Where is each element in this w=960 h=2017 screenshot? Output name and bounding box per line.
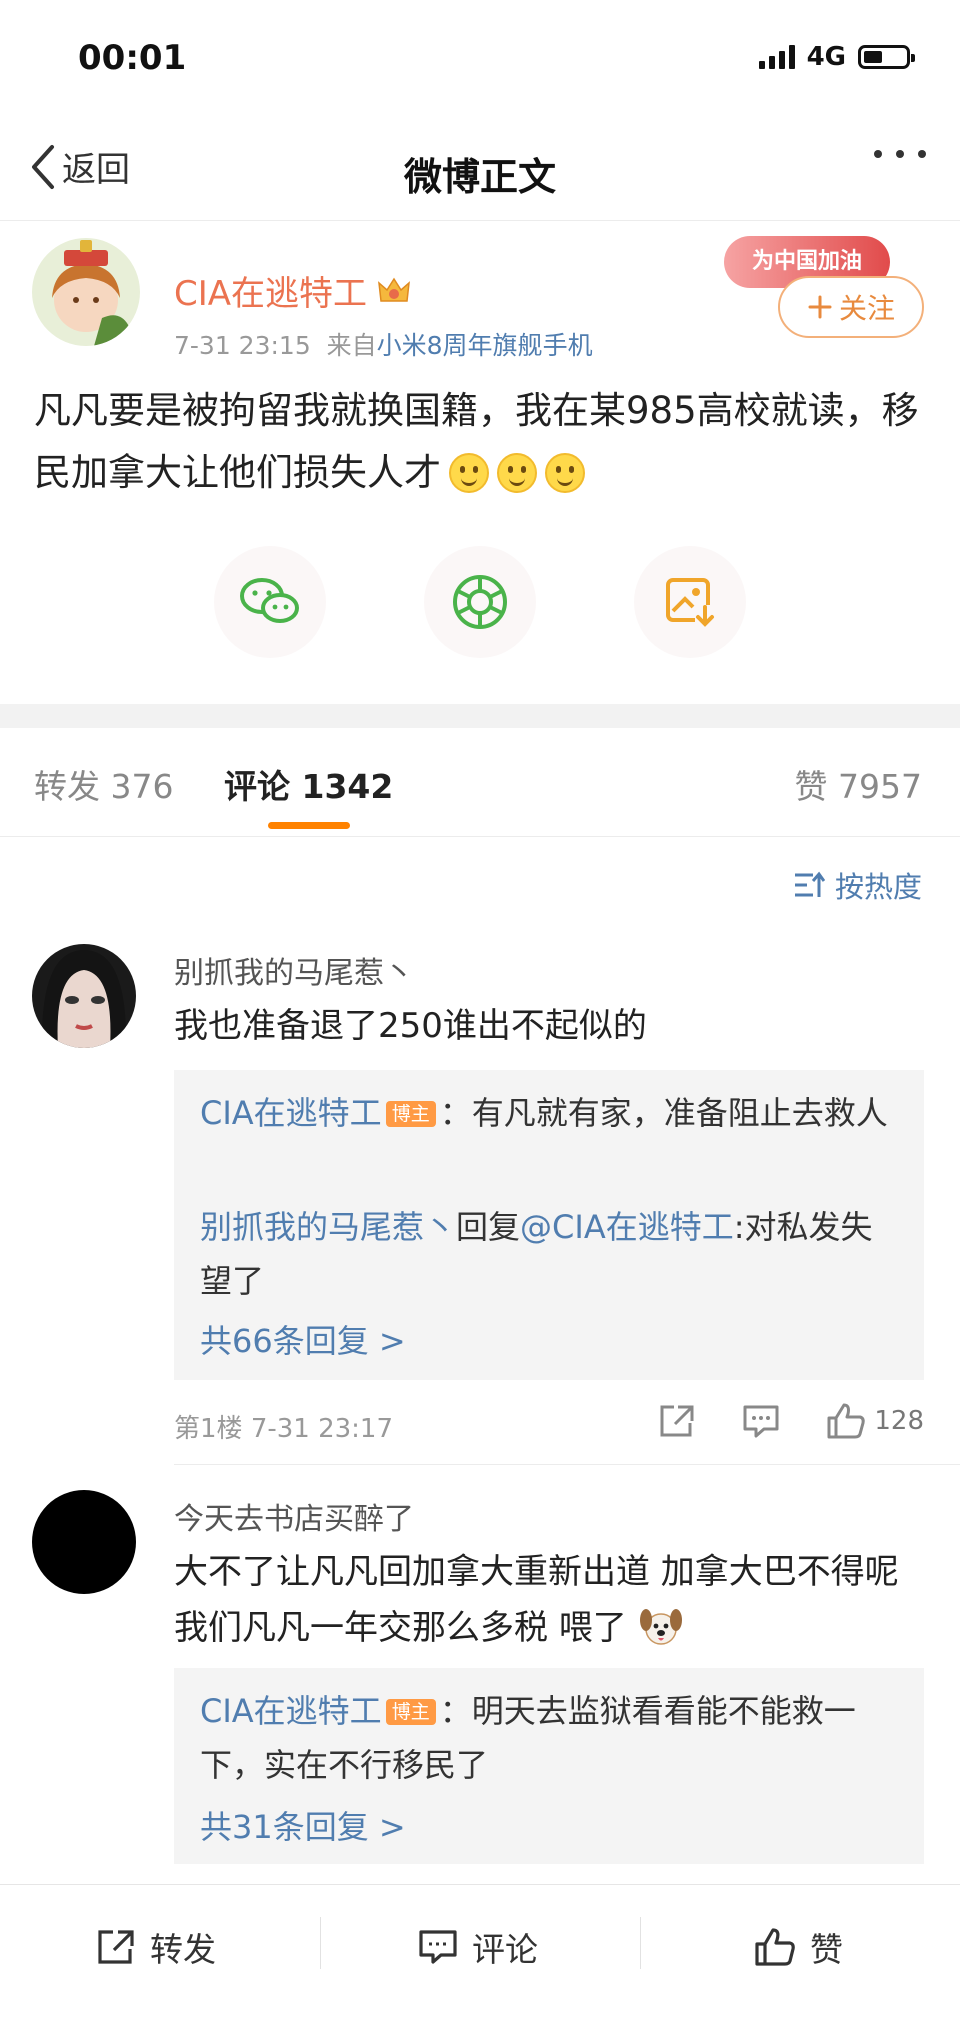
tab-comment-count: 1342 (301, 767, 394, 806)
reply-item: 别抓我的马尾惹丶回复@CIA在逃特工:对私发失望了 (200, 1200, 890, 1308)
save-image-button[interactable] (634, 546, 746, 658)
signal-icon (758, 45, 795, 69)
smile-emoji-icon (545, 453, 585, 493)
reply-box[interactable]: CIA在逃特工 博主 ：有凡就有家，准备阻止去救人 别抓我的马尾惹丶回复@CIA在逃… (174, 1070, 924, 1380)
reply-text: ：有凡就有家，准备阻止去救人 (439, 1094, 888, 1132)
reply-box[interactable]: CIA在逃特工 博主 ：明天去监狱看看能不能救一下，实在不行移民了 共31条回复 > (174, 1668, 924, 1864)
tab-like-label: 赞 (794, 767, 828, 806)
like-label: 赞 (810, 1930, 843, 1969)
plus-icon (808, 295, 832, 319)
tab-like[interactable]: 赞 7957 (795, 760, 922, 808)
author-badge: 博主 (385, 1101, 436, 1127)
sort-label: 按热度 (834, 870, 922, 904)
comment-text: 大不了让凡凡回加拿大重新出道 加拿大巴不得呢 我们凡凡一年交那么多税 喂了 (174, 1552, 899, 1648)
post-meta: 7-31 23:15 来自小米8周年旗舰手机 (174, 326, 593, 362)
author-avatar[interactable] (32, 238, 140, 346)
follow-button[interactable]: 关注 (778, 276, 924, 338)
active-tab-indicator (268, 822, 350, 829)
like-button[interactable]: 128 (826, 1402, 924, 1440)
share-icon[interactable] (658, 1403, 696, 1439)
moments-share-button[interactable] (424, 546, 536, 658)
tab-repost[interactable]: 转发 376 (34, 760, 174, 808)
comment-author[interactable]: 别抓我的马尾惹丶 (174, 948, 414, 992)
dog-emoji-icon (639, 1609, 682, 1645)
emoji-group (441, 451, 585, 494)
bar-separator (320, 1917, 321, 1969)
like-button[interactable]: 赞 (754, 1923, 843, 1971)
comment-author[interactable]: 今天去书店买醉了 (174, 1494, 414, 1538)
like-count: 128 (874, 1406, 924, 1436)
wechat-icon (240, 578, 299, 623)
post-source[interactable]: 小米8周年旗舰手机 (377, 331, 593, 360)
reply-connector: 回复 (456, 1208, 521, 1246)
reply-author[interactable]: CIA在逃特工 (200, 1094, 382, 1132)
tabs-divider (0, 836, 960, 837)
more-replies-link[interactable]: 共31条回复 > (200, 1802, 406, 1848)
post-time: 7-31 23:15 (174, 331, 311, 360)
crown-badge-icon (378, 277, 410, 302)
page-title: 微博正文 (403, 155, 556, 199)
section-divider (0, 704, 960, 728)
repost-button[interactable]: 转发 (96, 1923, 216, 1971)
comment-actions: 128 (658, 1402, 924, 1440)
reply-mention[interactable]: @CIA在逃特工 (520, 1208, 734, 1246)
source-prefix: 来自 (326, 331, 377, 360)
follow-label: 关注 (838, 292, 895, 325)
battery-icon (858, 45, 915, 69)
status-time: 00:01 (78, 38, 187, 78)
author-name[interactable]: CIA在逃特工 (174, 266, 411, 315)
comment-text: 我也准备退了250谁出不起似的 (174, 1006, 647, 1046)
tab-comment[interactable]: 评论 1342 (224, 760, 393, 808)
thumbs-up-icon (827, 1403, 866, 1439)
comment-avatar[interactable] (32, 944, 136, 1048)
more-replies-link[interactable]: 共66条回复 > (200, 1316, 406, 1362)
thumbs-up-icon (755, 1928, 795, 1966)
comment-icon (419, 1930, 457, 1964)
status-indicators: 4G (758, 42, 915, 72)
tab-like-count: 7957 (838, 767, 922, 806)
bar-separator (640, 1917, 641, 1969)
comment-footer-meta: 第1楼 7-31 23:17 (174, 1408, 393, 1445)
comment-divider (174, 1464, 960, 1465)
comment-body: 大不了让凡凡回加拿大重新出道 加拿大巴不得呢 我们凡凡一年交那么多税 喂了 (174, 1544, 914, 1656)
author-badge: 博主 (385, 1699, 436, 1725)
repost-icon (98, 1930, 134, 1964)
floor-label: 第1楼 (174, 1414, 243, 1444)
tab-repost-label: 转发 (34, 767, 100, 806)
moments-icon (453, 575, 507, 629)
sort-button[interactable]: 按热度 (793, 864, 922, 906)
comment-icon[interactable] (742, 1403, 780, 1439)
reply-item: CIA在逃特工 博主 ：有凡就有家，准备阻止去救人 (200, 1086, 890, 1140)
smile-emoji-icon (449, 453, 489, 493)
comment-button[interactable]: 评论 (418, 1923, 538, 1971)
reply-author[interactable]: CIA在逃特工 (200, 1692, 382, 1730)
share-row (0, 546, 960, 666)
comment-label: 评论 (472, 1930, 538, 1969)
reply-item: CIA在逃特工 博主 ：明天去监狱看看能不能救一下，实在不行移民了 (200, 1684, 890, 1792)
wechat-share-button[interactable] (214, 546, 326, 658)
comment-time: 7-31 23:17 (250, 1414, 394, 1444)
tab-comment-label: 评论 (224, 767, 290, 806)
author-name-text: CIA在逃特工 (174, 274, 368, 314)
post-body: 凡凡要是被拘留我就换国籍，我在某985高校就读，移民加拿大让他们损失人才 (34, 380, 926, 504)
more-button[interactable] (874, 150, 926, 158)
reply-author[interactable]: 别抓我的马尾惹丶 (200, 1208, 456, 1246)
comment-avatar[interactable] (32, 1490, 136, 1594)
smile-emoji-icon (497, 453, 537, 493)
repost-label: 转发 (150, 1930, 216, 1969)
network-label: 4G (806, 42, 846, 72)
image-download-icon (666, 578, 715, 627)
sort-icon (794, 871, 825, 897)
tab-repost-count: 376 (110, 767, 174, 806)
bottom-action-bar: 转发 评论 赞 (0, 1884, 960, 2017)
